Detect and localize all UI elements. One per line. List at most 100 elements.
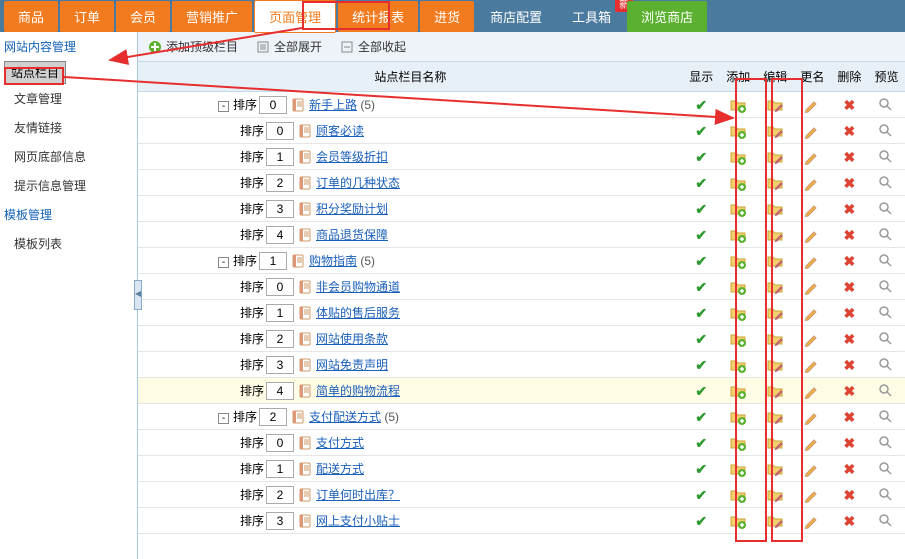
edit-button[interactable] bbox=[767, 97, 783, 113]
category-link[interactable]: 简单的购物流程 bbox=[316, 384, 400, 398]
sort-input[interactable] bbox=[266, 356, 294, 374]
sidebar-item-0-1[interactable]: 文章管理 bbox=[0, 84, 137, 113]
show-toggle[interactable]: ✔ bbox=[693, 383, 709, 399]
show-toggle[interactable]: ✔ bbox=[693, 409, 709, 425]
nav-tab-4[interactable]: 页面管理 bbox=[254, 0, 336, 33]
show-toggle[interactable]: ✔ bbox=[693, 123, 709, 139]
add-child-button[interactable] bbox=[730, 253, 746, 269]
edit-button[interactable] bbox=[767, 305, 783, 321]
nav-tab-2[interactable]: 会员 bbox=[116, 1, 170, 32]
sort-input[interactable] bbox=[259, 96, 287, 114]
show-toggle[interactable]: ✔ bbox=[693, 149, 709, 165]
delete-button[interactable]: ✖ bbox=[841, 123, 857, 139]
sort-input[interactable] bbox=[266, 174, 294, 192]
delete-button[interactable]: ✖ bbox=[841, 357, 857, 373]
sort-input[interactable] bbox=[266, 122, 294, 140]
nav-right-2[interactable]: 浏览商店 bbox=[627, 1, 707, 32]
add-child-button[interactable] bbox=[730, 513, 746, 529]
preview-button[interactable] bbox=[878, 227, 894, 243]
category-link[interactable]: 会员等级折扣 bbox=[316, 150, 388, 164]
nav-right-0[interactable]: 商店配置 bbox=[476, 1, 556, 32]
show-toggle[interactable]: ✔ bbox=[693, 97, 709, 113]
preview-button[interactable] bbox=[878, 435, 894, 451]
sort-input[interactable] bbox=[266, 460, 294, 478]
preview-button[interactable] bbox=[878, 461, 894, 477]
delete-button[interactable]: ✖ bbox=[841, 97, 857, 113]
nav-tab-6[interactable]: 进货 bbox=[420, 1, 474, 32]
rename-button[interactable] bbox=[804, 435, 820, 451]
show-toggle[interactable]: ✔ bbox=[693, 435, 709, 451]
show-toggle[interactable]: ✔ bbox=[693, 487, 709, 503]
sort-input[interactable] bbox=[266, 434, 294, 452]
delete-button[interactable]: ✖ bbox=[841, 487, 857, 503]
rename-button[interactable] bbox=[804, 331, 820, 347]
preview-button[interactable] bbox=[878, 513, 894, 529]
category-link[interactable]: 商品退货保障 bbox=[316, 228, 388, 242]
expand-toggle[interactable]: - bbox=[218, 257, 229, 268]
add-child-button[interactable] bbox=[730, 461, 746, 477]
preview-button[interactable] bbox=[878, 253, 894, 269]
nav-tab-1[interactable]: 订单 bbox=[60, 1, 114, 32]
delete-button[interactable]: ✖ bbox=[841, 175, 857, 191]
preview-button[interactable] bbox=[878, 357, 894, 373]
rename-button[interactable] bbox=[804, 357, 820, 373]
show-toggle[interactable]: ✔ bbox=[693, 357, 709, 373]
sort-input[interactable] bbox=[266, 382, 294, 400]
add-child-button[interactable] bbox=[730, 331, 746, 347]
preview-button[interactable] bbox=[878, 383, 894, 399]
sidebar-section-1[interactable]: 模板管理 bbox=[0, 200, 137, 229]
edit-button[interactable] bbox=[767, 149, 783, 165]
delete-button[interactable]: ✖ bbox=[841, 435, 857, 451]
expand-toggle[interactable]: - bbox=[218, 101, 229, 112]
sort-input[interactable] bbox=[266, 278, 294, 296]
preview-button[interactable] bbox=[878, 331, 894, 347]
category-link[interactable]: 支付方式 bbox=[316, 436, 364, 450]
sort-input[interactable] bbox=[266, 486, 294, 504]
edit-button[interactable] bbox=[767, 487, 783, 503]
nav-tab-5[interactable]: 统计报表 bbox=[338, 1, 418, 32]
delete-button[interactable]: ✖ bbox=[841, 149, 857, 165]
category-link[interactable]: 积分奖励计划 bbox=[316, 202, 388, 216]
sidebar-item-0-0[interactable]: 站点栏目 bbox=[4, 61, 66, 84]
rename-button[interactable] bbox=[804, 305, 820, 321]
add-child-button[interactable] bbox=[730, 175, 746, 191]
show-toggle[interactable]: ✔ bbox=[693, 513, 709, 529]
rename-button[interactable] bbox=[804, 513, 820, 529]
delete-button[interactable]: ✖ bbox=[841, 253, 857, 269]
preview-button[interactable] bbox=[878, 201, 894, 217]
show-toggle[interactable]: ✔ bbox=[693, 175, 709, 191]
category-link[interactable]: 网上支付小贴士 bbox=[316, 514, 400, 528]
show-toggle[interactable]: ✔ bbox=[693, 331, 709, 347]
rename-button[interactable] bbox=[804, 253, 820, 269]
add-child-button[interactable] bbox=[730, 409, 746, 425]
category-link[interactable]: 配送方式 bbox=[316, 462, 364, 476]
nav-tab-0[interactable]: 商品 bbox=[4, 1, 58, 32]
nav-tab-3[interactable]: 营销推广 bbox=[172, 1, 252, 32]
nav-right-1[interactable]: 工具箱新 bbox=[558, 1, 625, 32]
sort-input[interactable] bbox=[266, 200, 294, 218]
edit-button[interactable] bbox=[767, 331, 783, 347]
preview-button[interactable] bbox=[878, 97, 894, 113]
category-link[interactable]: 非会员购物通道 bbox=[316, 280, 400, 294]
delete-button[interactable]: ✖ bbox=[841, 409, 857, 425]
add-child-button[interactable] bbox=[730, 305, 746, 321]
add-child-button[interactable] bbox=[730, 227, 746, 243]
add-child-button[interactable] bbox=[730, 435, 746, 451]
preview-button[interactable] bbox=[878, 409, 894, 425]
category-link[interactable]: 网站免责声明 bbox=[316, 358, 388, 372]
delete-button[interactable]: ✖ bbox=[841, 513, 857, 529]
sort-input[interactable] bbox=[266, 512, 294, 530]
preview-button[interactable] bbox=[878, 305, 894, 321]
show-toggle[interactable]: ✔ bbox=[693, 279, 709, 295]
show-toggle[interactable]: ✔ bbox=[693, 461, 709, 477]
add-child-button[interactable] bbox=[730, 383, 746, 399]
delete-button[interactable]: ✖ bbox=[841, 279, 857, 295]
edit-button[interactable] bbox=[767, 201, 783, 217]
sort-input[interactable] bbox=[266, 148, 294, 166]
category-link[interactable]: 网站使用条款 bbox=[316, 332, 388, 346]
rename-button[interactable] bbox=[804, 409, 820, 425]
delete-button[interactable]: ✖ bbox=[841, 201, 857, 217]
sort-input[interactable] bbox=[259, 252, 287, 270]
delete-button[interactable]: ✖ bbox=[841, 461, 857, 477]
rename-button[interactable] bbox=[804, 149, 820, 165]
